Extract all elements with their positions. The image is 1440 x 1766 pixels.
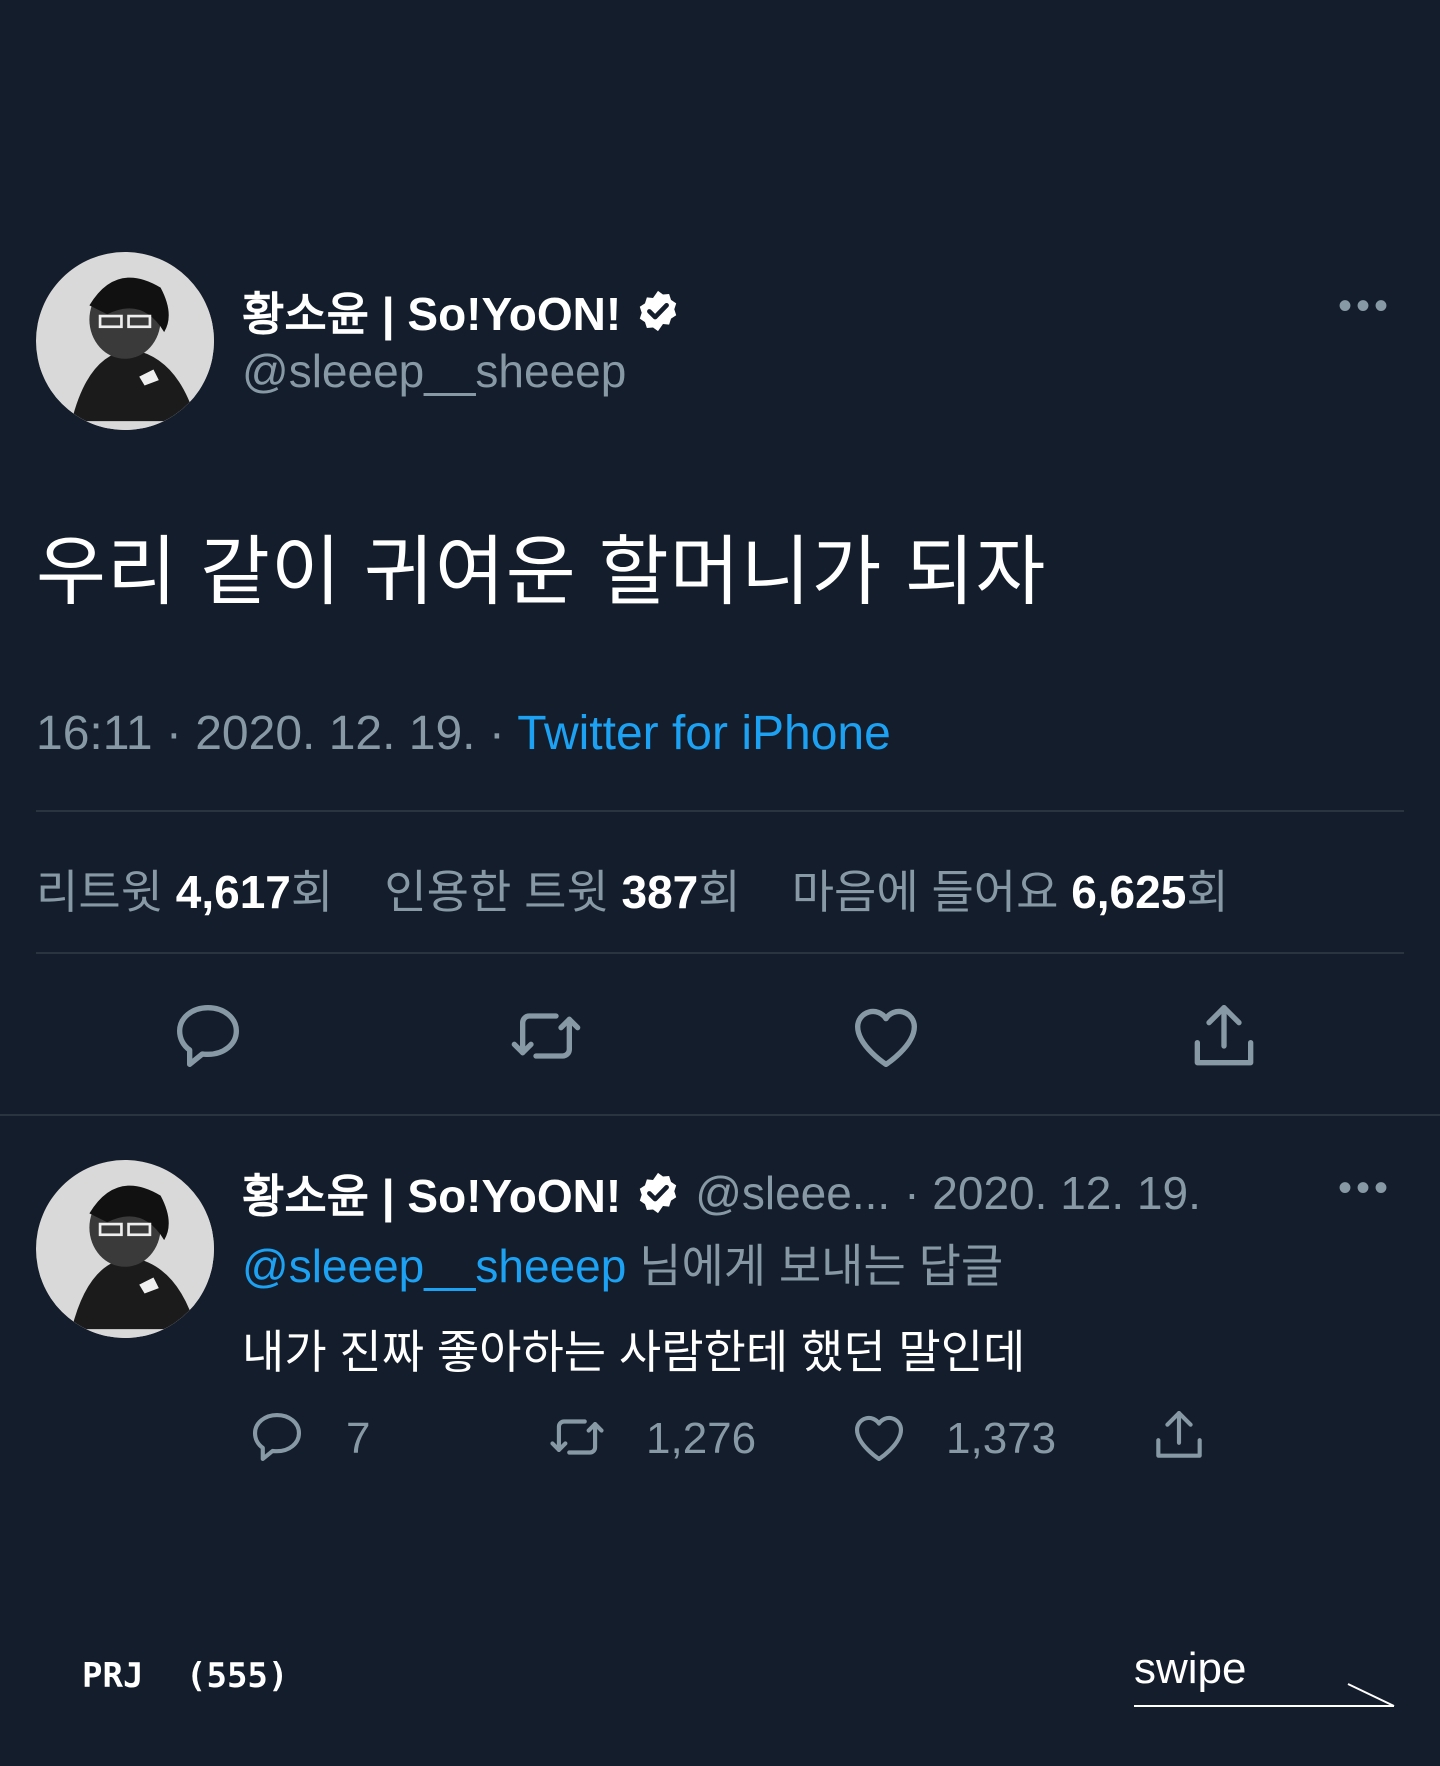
retweet-count: 1,276 bbox=[646, 1414, 757, 1463]
retweets-label: 리트윗 bbox=[36, 866, 163, 918]
reply-to-line: @sleeep__sheeep 님에게 보내는 답글 bbox=[242, 1230, 1003, 1296]
reply-header: 황소윤 | So!YoON! @sleee... · 2020. 12. 19. bbox=[242, 1160, 1201, 1226]
reply-to-label: 님에게 보내는 답글 bbox=[639, 1240, 1004, 1292]
reply-bubble-icon[interactable] bbox=[246, 1406, 308, 1468]
like-count: 1,373 bbox=[946, 1414, 1057, 1463]
avatar-image bbox=[36, 252, 214, 430]
stat-unit: 회 bbox=[1186, 866, 1229, 918]
swipe-arrow-icon bbox=[1134, 1680, 1396, 1710]
reply-body: 내가 진짜 좋아하는 사람한테 했던 말인데 bbox=[242, 1326, 1026, 1378]
footer-number: (555) bbox=[186, 1656, 289, 1696]
retweets-value: 4,617 bbox=[175, 866, 291, 918]
tweet-author-name[interactable]: 황소윤 | So!YoON! bbox=[242, 278, 681, 344]
tweet-source-link[interactable]: Twitter for iPhone bbox=[517, 707, 891, 760]
stat-unit: 회 bbox=[290, 866, 334, 918]
retweets-stat[interactable]: 리트윗 4,617회 bbox=[36, 866, 346, 918]
stat-unit: 회 bbox=[698, 866, 741, 918]
avatar[interactable] bbox=[36, 252, 214, 430]
reply-bubble-icon[interactable] bbox=[168, 996, 248, 1076]
share-icon[interactable] bbox=[1184, 996, 1264, 1076]
display-name[interactable]: 황소윤 | So!YoON! bbox=[242, 278, 621, 344]
reply-avatar[interactable] bbox=[36, 1160, 214, 1338]
likes-value: 6,625 bbox=[1071, 866, 1187, 918]
quotes-label: 인용한 트윗 bbox=[384, 866, 609, 918]
divider bbox=[36, 810, 1404, 812]
footer-brand: PRJ bbox=[82, 1656, 144, 1696]
likes-stat[interactable]: 마음에 들어요 6,625회 bbox=[792, 866, 1229, 918]
tweet-date: 2020. 12. 19. bbox=[195, 707, 476, 760]
reply-date[interactable]: · 2020. 12. 19. bbox=[904, 1166, 1201, 1220]
avatar-image bbox=[36, 1160, 214, 1338]
quotes-value: 387 bbox=[621, 866, 699, 918]
retweet-icon[interactable] bbox=[546, 1406, 608, 1468]
tweet-time: 16:11 bbox=[36, 707, 153, 760]
more-options-icon[interactable]: ••• bbox=[1338, 284, 1392, 329]
divider bbox=[0, 1114, 1440, 1116]
meta-separator: · bbox=[488, 707, 505, 760]
more-options-icon[interactable]: ••• bbox=[1338, 1166, 1392, 1211]
reply-to-handle-link[interactable]: @sleeep__sheeep bbox=[242, 1240, 626, 1292]
divider bbox=[36, 952, 1404, 954]
quotes-stat[interactable]: 인용한 트윗 387회 bbox=[384, 866, 753, 918]
meta-separator: · bbox=[165, 707, 182, 760]
retweet-icon[interactable] bbox=[506, 996, 586, 1076]
tweet-body: 우리 같이 귀여운 할머니가 되자 bbox=[36, 530, 1047, 615]
heart-icon[interactable] bbox=[846, 996, 926, 1076]
tweet-meta: 16:11 · 2020. 12. 19. · Twitter for iPho… bbox=[36, 706, 891, 761]
reply-count: 7 bbox=[346, 1414, 371, 1463]
reply-handle[interactable]: @sleee... bbox=[695, 1166, 890, 1220]
likes-label: 마음에 들어요 bbox=[791, 866, 1059, 918]
verified-badge-icon bbox=[635, 1170, 681, 1216]
reply-display-name[interactable]: 황소윤 | So!YoON! bbox=[242, 1160, 621, 1226]
heart-icon[interactable] bbox=[848, 1406, 910, 1468]
tweet-author-handle[interactable]: @sleeep__sheeep bbox=[242, 344, 626, 398]
verified-badge-icon bbox=[635, 288, 681, 334]
tweet-stats: 리트윗 4,617회 인용한 트윗 387회 마음에 들어요 6,625회 bbox=[36, 856, 1229, 922]
share-icon[interactable] bbox=[1148, 1404, 1210, 1466]
